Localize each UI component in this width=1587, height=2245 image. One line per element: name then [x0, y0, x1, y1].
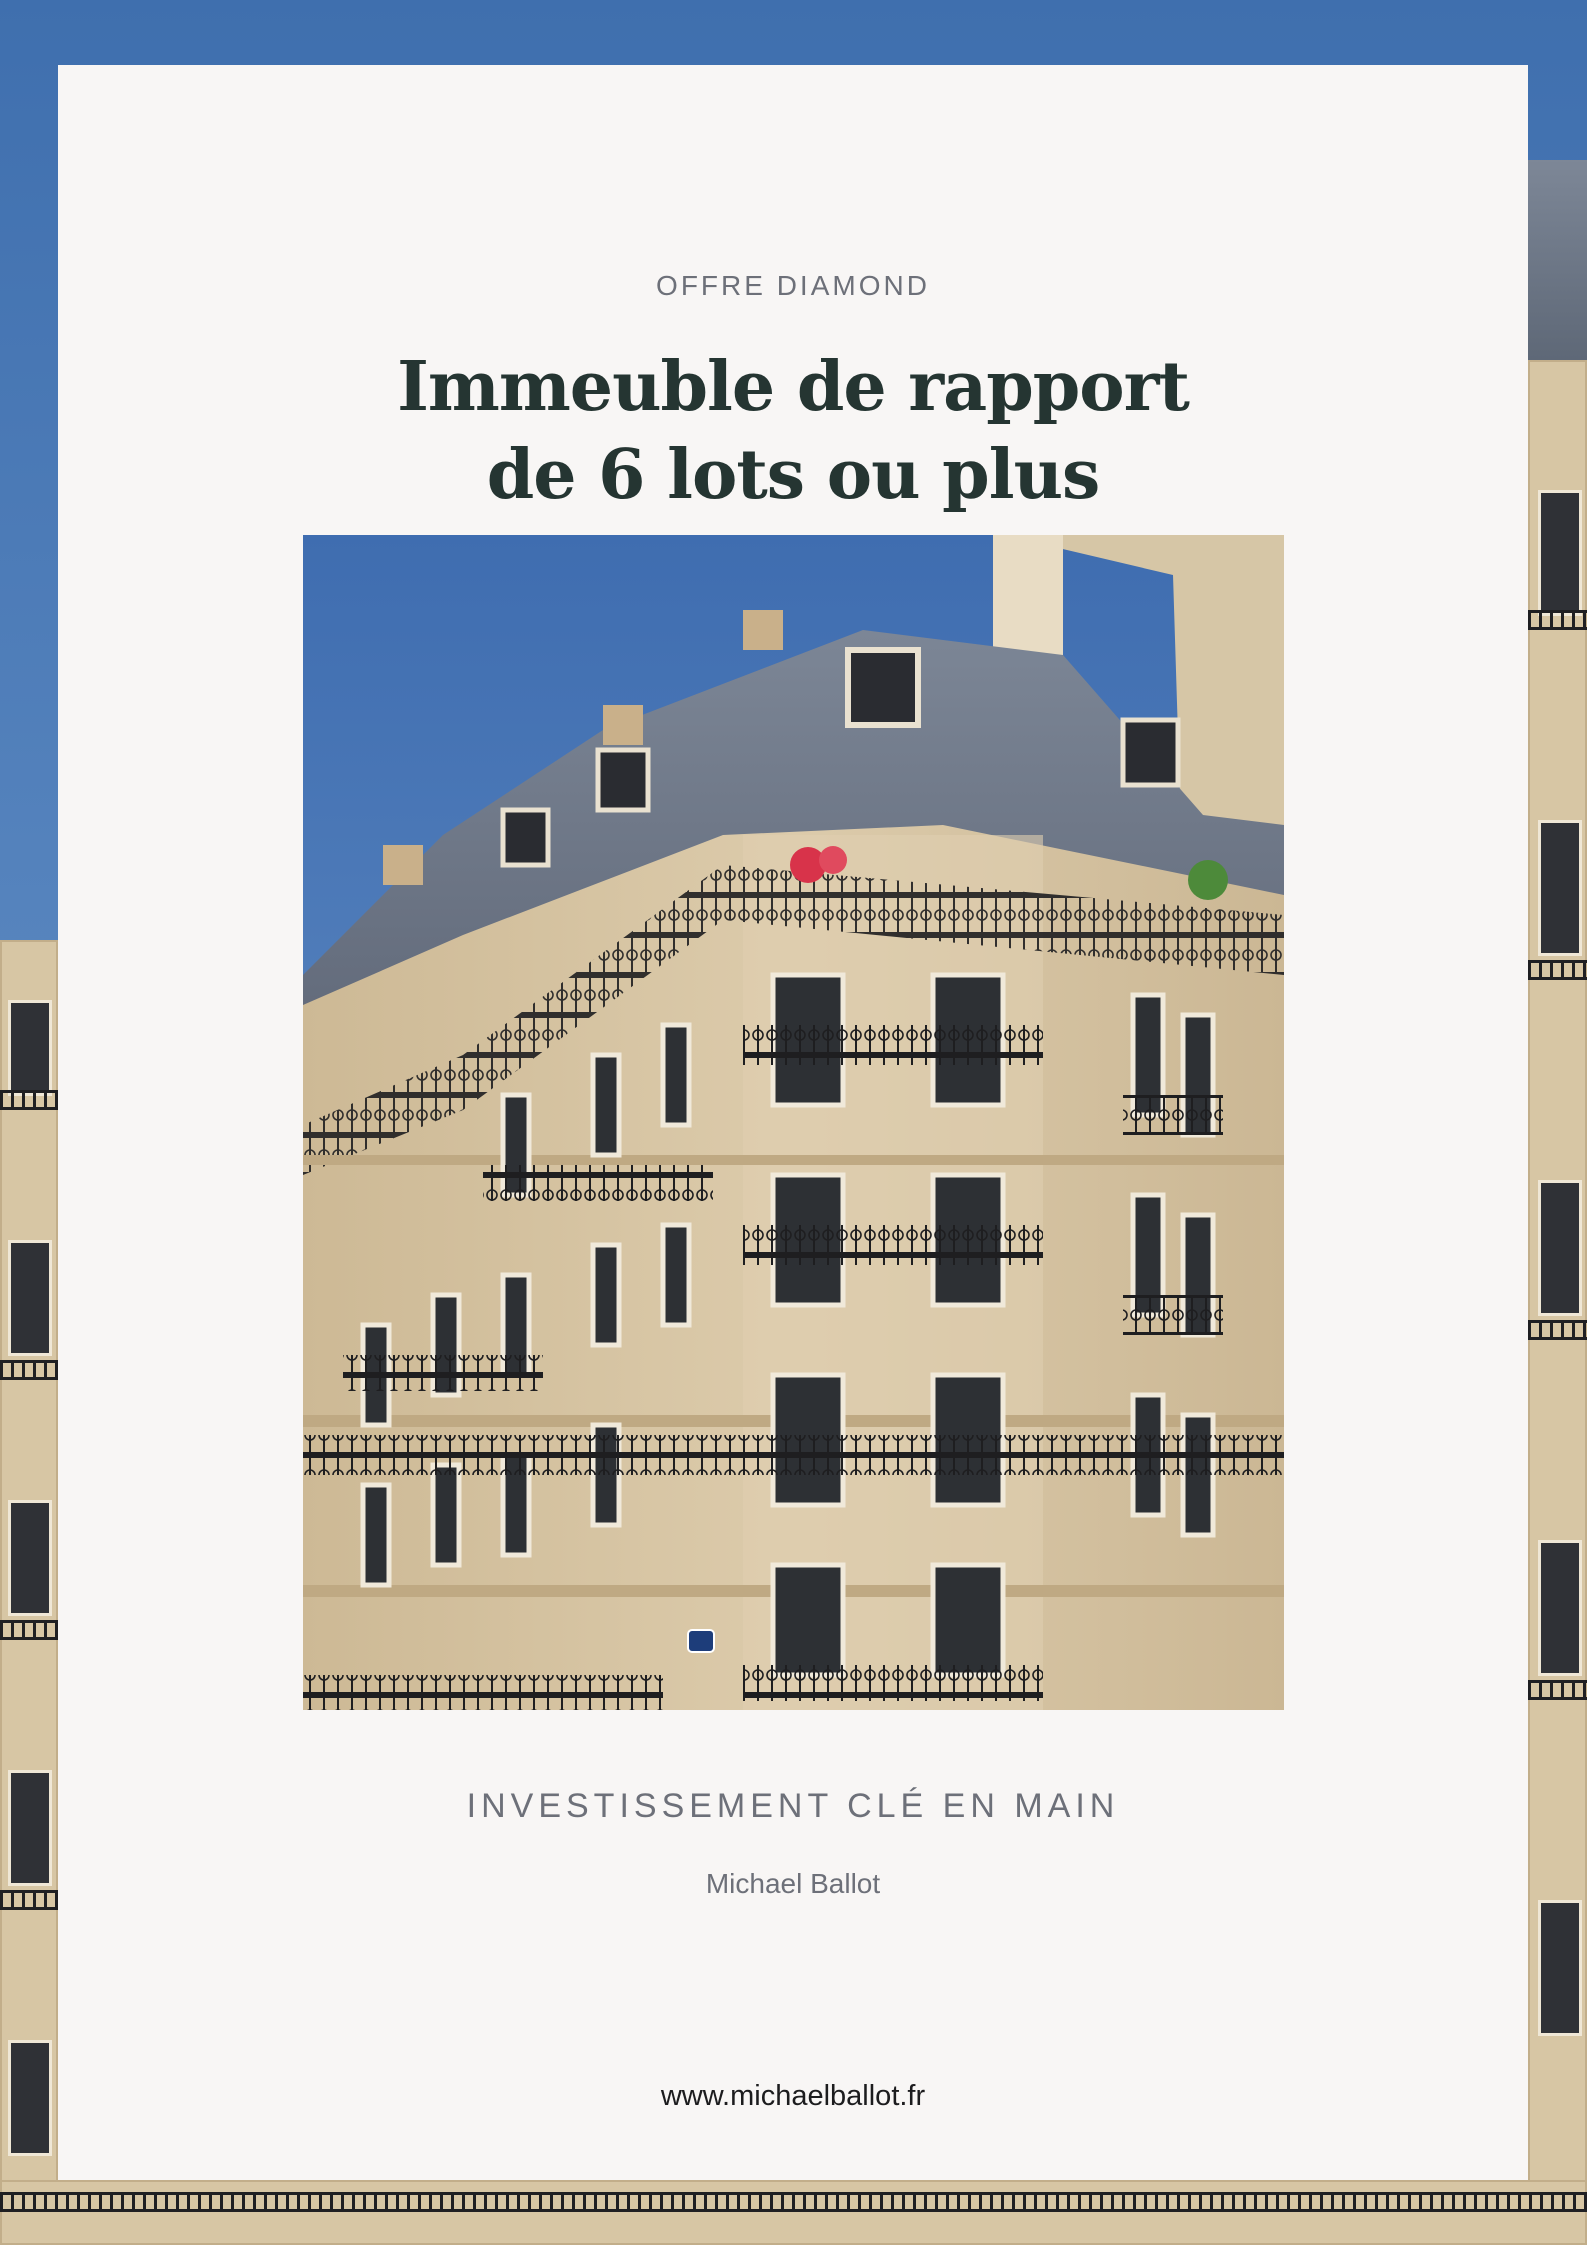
- website-link[interactable]: www.michaelballot.fr: [58, 2080, 1528, 2113]
- cover-subtitle: INVESTISSEMENT CLÉ EN MAIN: [466, 1787, 1120, 1825]
- background-roof-right: [1528, 160, 1587, 360]
- offer-label: OFFRE DIAMOND: [656, 270, 930, 301]
- cover-title: Immeuble de rapport de 6 lots ou plus: [58, 343, 1528, 519]
- cover-title-line-1: Immeuble de rapport: [397, 347, 1190, 427]
- cover-card: OFFRE DIAMOND Immeuble de rapport de 6 l…: [58, 65, 1528, 2180]
- cover-title-line-2: de 6 lots ou plus: [486, 435, 1101, 515]
- background-facade-right: [1528, 360, 1587, 2245]
- author-name: Michael Ballot: [705, 1868, 881, 1899]
- background-facade-left: [0, 940, 58, 2245]
- building-photo: [303, 535, 1284, 1710]
- background-facade-bottom: [0, 2180, 1587, 2245]
